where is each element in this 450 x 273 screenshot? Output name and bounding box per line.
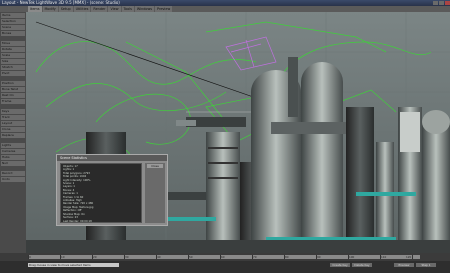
panel-title: Scene Statistics (57, 155, 167, 161)
sidebar-item[interactable]: Scale (1, 53, 25, 58)
tick-label: 10 (61, 255, 65, 259)
panel-side (145, 163, 165, 223)
statistics-list: Objects: 17 Lights: 1 Total polygons: 27… (60, 163, 142, 223)
maximize-icon[interactable] (439, 1, 444, 5)
tick-label: 70 (253, 255, 257, 259)
sidebar-item[interactable]: Selection (1, 19, 25, 24)
timeline[interactable]: 0 10 20 30 40 50 60 70 80 90 100 110 120 (0, 253, 450, 261)
sidebar-item[interactable]: Keys (1, 109, 25, 114)
sidebar-item[interactable]: Scene (1, 25, 25, 30)
preview-button[interactable]: Preview (394, 263, 414, 267)
sidebar-item[interactable]: Layout (1, 121, 25, 126)
create-key-button[interactable]: Create Key (330, 263, 350, 267)
sidebar-item[interactable]: Track (1, 115, 25, 120)
close-icon[interactable] (445, 1, 450, 5)
tick-label: 110 (381, 255, 387, 259)
sidebar-item[interactable]: Size (1, 59, 25, 64)
sidebar-item[interactable]: Null (1, 161, 25, 166)
sidebar-item[interactable]: Frame (1, 99, 25, 104)
sidebar-item[interactable]: Record (1, 171, 25, 176)
sidebar-item[interactable]: Cameras (1, 149, 25, 154)
tick-label: 30 (125, 255, 129, 259)
minimize-icon[interactable] (433, 1, 438, 5)
step-button[interactable]: Step 1 (416, 263, 436, 267)
timeline-track[interactable]: 0 10 20 30 40 50 60 70 80 90 100 110 120 (28, 255, 420, 259)
sidebar-item[interactable]: Move (1, 41, 25, 46)
sidebar-item[interactable]: Lights (1, 143, 25, 148)
tick-label: 120 (406, 255, 412, 259)
close-button[interactable]: Close (147, 164, 163, 168)
sidebar-item[interactable]: Bones (1, 31, 25, 36)
sidebar-item[interactable]: Rotate (1, 47, 25, 52)
tick-label: 90 (317, 255, 321, 259)
sidebar-item[interactable]: Replace (1, 133, 25, 138)
window-title: Layout - NewTek LightWave 3D 9.5 [MMX] -… (2, 0, 120, 5)
sidebar-item[interactable]: Pivot (1, 71, 25, 76)
sidebar-item[interactable]: Clone (1, 127, 25, 132)
sidebar-item[interactable]: Rest On (1, 93, 25, 98)
left-toolbar: Items Selection Scene Bones Move Rotate … (0, 12, 26, 253)
sidebar-item[interactable]: Bone Twist (1, 87, 25, 92)
sidebar-item[interactable]: Undo (1, 177, 25, 182)
sidebar-item[interactable]: Items (1, 13, 25, 18)
tick-label: 40 (157, 255, 161, 259)
tick-label: 60 (221, 255, 225, 259)
tick-label: 80 (285, 255, 289, 259)
scene-statistics-panel: Scene Statistics Objects: 17 Lights: 1 T… (56, 154, 168, 226)
tick-label: 100 (349, 255, 355, 259)
tick-label: 50 (189, 255, 193, 259)
tick-label: 0 (29, 255, 31, 259)
list-item: Last Render: 00:00:18 (63, 219, 92, 223)
status-message: Drag mouse in view to move selected item… (28, 263, 119, 267)
sidebar-item[interactable]: Hubs (1, 155, 25, 160)
status-bar: Drag mouse in view to move selected item… (0, 261, 450, 273)
delete-key-button[interactable]: Delete Key (352, 263, 372, 267)
sidebar-item[interactable]: Position (1, 81, 25, 86)
tick-label: 20 (93, 255, 97, 259)
sidebar-item[interactable]: Stretch (1, 65, 25, 70)
